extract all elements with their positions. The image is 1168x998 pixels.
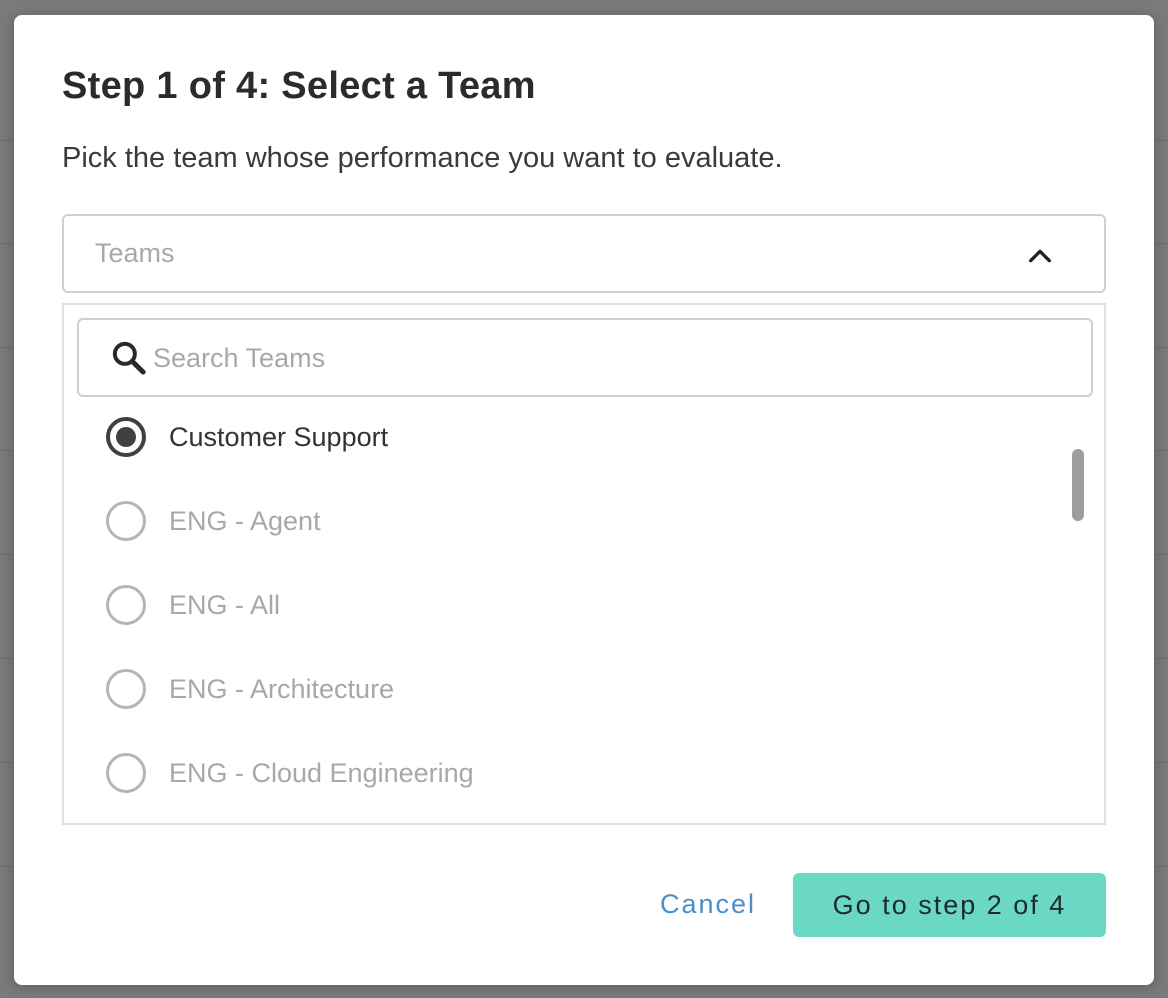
team-option-label: ENG - Cloud Engineering (169, 757, 474, 788)
modal-subtitle: Pick the team whose performance you want… (62, 142, 783, 174)
radio-unchecked-icon[interactable] (106, 669, 146, 709)
team-option-eng-architecture[interactable]: ENG - Architecture (106, 659, 394, 719)
search-box (77, 318, 1093, 397)
radio-unchecked-icon[interactable] (106, 501, 146, 541)
team-option-customer-support[interactable]: Customer Support (106, 407, 388, 467)
team-option-label: ENG - Architecture (169, 673, 395, 704)
chevron-up-icon (1029, 249, 1051, 263)
search-teams-input[interactable] (153, 336, 1053, 380)
radio-unchecked-icon[interactable] (106, 753, 146, 793)
modal-title: Step 1 of 4: Select a Team (62, 65, 536, 107)
teams-select[interactable]: Teams (62, 214, 1106, 293)
team-option-label: ENG - All (169, 589, 281, 620)
team-option-eng-cloud-engineering[interactable]: ENG - Cloud Engineering (106, 743, 474, 803)
teams-select-placeholder: Teams (95, 238, 175, 268)
team-option-label: Customer Support (169, 421, 389, 452)
team-option-eng-agent[interactable]: ENG - Agent (106, 491, 321, 551)
scrollbar-thumb[interactable] (1072, 449, 1084, 521)
radio-checked-icon[interactable] (106, 417, 146, 457)
select-team-modal: Step 1 of 4: Select a Team Pick the team… (14, 15, 1154, 985)
search-icon (112, 341, 146, 375)
teams-dropdown-panel: Customer Support ENG - Agent ENG - All E… (62, 303, 1106, 825)
go-to-step-2-button[interactable]: Go to step 2 of 4 (793, 873, 1106, 937)
team-option-eng-all[interactable]: ENG - All (106, 575, 280, 635)
radio-unchecked-icon[interactable] (106, 585, 146, 625)
cancel-button[interactable]: Cancel (646, 879, 770, 929)
team-option-label: ENG - Agent (169, 505, 321, 536)
